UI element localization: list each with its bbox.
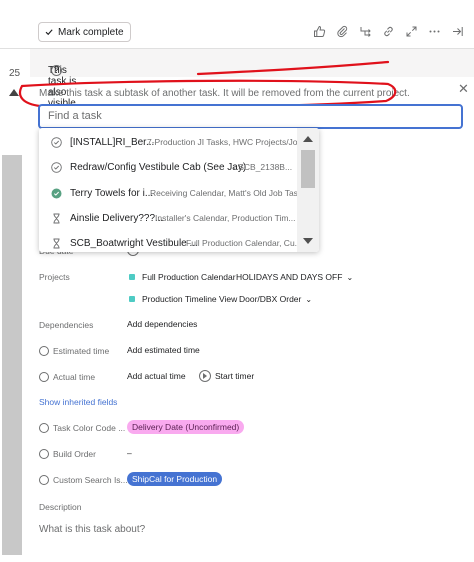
task-name: Terry Towels for i... <box>70 187 154 199</box>
project-name[interactable]: Full Production Calendar <box>142 272 236 282</box>
description-label: Description <box>39 502 82 512</box>
list-item[interactable]: Redraw/Config Vestibule Cab (See Jay) ‹ … <box>39 155 297 179</box>
list-item[interactable]: Ainslie Delivery???... Installer's Calen… <box>39 206 297 230</box>
play-icon <box>199 370 211 382</box>
project-section-dropdown[interactable]: HOLIDAYS AND DAYS OFF ⌄ <box>236 272 353 282</box>
more-icon[interactable] <box>427 24 441 38</box>
projects-label: Projects <box>39 272 70 282</box>
custom-field-icon <box>39 423 49 433</box>
check-circle-icon <box>51 136 62 148</box>
subtask-banner-text: Make this task a subtask of another task… <box>39 88 410 99</box>
estimated-time-label: Estimated time <box>39 346 109 356</box>
build-order-label: Build Order <box>39 449 96 459</box>
left-panel-number: 25 <box>9 68 21 79</box>
left-panel-bar <box>2 155 22 555</box>
custom-search-pill[interactable]: ShipCal for Production <box>127 472 223 486</box>
collapse-triangle-icon[interactable] <box>9 89 19 96</box>
find-task-input[interactable] <box>46 109 450 123</box>
actual-time-label: Actual time <box>39 372 95 382</box>
dropdown-scrollbar[interactable] <box>297 128 319 252</box>
project-item[interactable]: Production Timeline View <box>129 294 237 304</box>
add-actual-time-button[interactable]: Add actual time <box>127 371 186 381</box>
readonly-banner: This task is also visible in a project w… <box>30 49 474 175</box>
check-circle-filled-icon <box>51 188 62 198</box>
project-name[interactable]: Production Timeline View <box>142 294 237 304</box>
custom-search-label: Custom Search Is... <box>39 475 128 485</box>
hourglass-icon <box>53 213 60 223</box>
link-icon[interactable] <box>381 24 395 38</box>
list-item[interactable]: SCB_Boatwright Vestibule ... Full Produc… <box>39 231 297 252</box>
list-item[interactable]: [INSTALL]RI_Ber... 7-Production JI Tasks… <box>39 130 297 154</box>
find-task-search[interactable] <box>38 104 463 129</box>
add-dependencies-button[interactable]: Add dependencies <box>127 319 197 329</box>
subtask-icon[interactable] <box>358 24 372 38</box>
task-projects: ‹ SCB_2138B... <box>233 162 293 172</box>
show-inherited-fields-link[interactable]: Show inherited fields <box>39 397 117 407</box>
project-item[interactable]: Full Production Calendar <box>129 272 236 282</box>
mark-complete-label: Mark complete <box>58 26 124 38</box>
check-icon <box>45 29 53 36</box>
clock-icon <box>39 346 49 356</box>
task-name: [INSTALL]RI_Ber... <box>70 136 155 148</box>
attachment-icon[interactable] <box>335 24 349 38</box>
task-color-code-label: Task Color Code ... <box>39 423 125 433</box>
task-name: Ainslie Delivery???... <box>70 212 164 224</box>
task-name: SCB_Boatwright Vestibule ... <box>70 237 198 249</box>
stopwatch-icon <box>39 372 49 382</box>
add-estimated-time-button[interactable]: Add estimated time <box>127 345 200 355</box>
custom-field-icon <box>39 449 49 459</box>
task-color-code-pill[interactable]: Delivery Date (Unconfirmed) <box>127 420 245 434</box>
project-section-dropdown[interactable]: Door/DBX Order ⌄ <box>239 294 312 304</box>
task-search-dropdown: [INSTALL]RI_Ber... 7-Production JI Tasks… <box>39 128 319 252</box>
thumbs-up-icon[interactable] <box>312 24 326 38</box>
project-color-square <box>129 274 135 280</box>
dependencies-label: Dependencies <box>39 320 94 330</box>
custom-field-icon <box>39 475 49 485</box>
list-item[interactable]: Terry Towels for i... Receiving Calendar… <box>39 181 297 205</box>
project-section-label: Door/DBX Order <box>239 294 302 304</box>
chevron-down-icon: ⌄ <box>305 294 313 304</box>
scrollbar-thumb[interactable] <box>301 150 315 188</box>
project-color-square <box>129 296 135 302</box>
task-projects: 7-Production JI Tasks, HWC Projects/Jo..… <box>147 137 297 147</box>
task-projects: Receiving Calendar, Matt's Old Job Tas..… <box>150 188 297 198</box>
hourglass-icon <box>53 238 60 248</box>
scroll-up-arrow-icon[interactable] <box>303 136 313 142</box>
close-panel-icon[interactable] <box>450 24 464 38</box>
chevron-down-icon: ⌄ <box>346 272 354 282</box>
mark-complete-button[interactable]: Mark complete <box>38 22 131 42</box>
task-projects: Installer's Calendar, Production Tim... <box>155 213 296 223</box>
start-timer-button[interactable]: Start timer <box>199 370 254 382</box>
task-toolbar: Mark complete <box>30 14 474 48</box>
scroll-down-arrow-icon[interactable] <box>303 238 313 244</box>
close-icon[interactable]: ✕ <box>458 81 469 97</box>
info-icon[interactable]: ? <box>51 65 62 76</box>
task-name: Redraw/Config Vestibule Cab (See Jay) <box>70 161 247 173</box>
build-order-value[interactable]: – <box>127 448 132 458</box>
expand-icon[interactable] <box>404 24 418 38</box>
left-divider <box>0 48 30 49</box>
start-timer-label: Start timer <box>215 371 255 381</box>
check-circle-icon <box>51 161 62 173</box>
description-placeholder[interactable]: What is this task about? <box>39 524 145 535</box>
project-section-label: HOLIDAYS AND DAYS OFF <box>236 272 343 282</box>
task-projects: Full Production Calendar, Cu... <box>186 238 297 248</box>
